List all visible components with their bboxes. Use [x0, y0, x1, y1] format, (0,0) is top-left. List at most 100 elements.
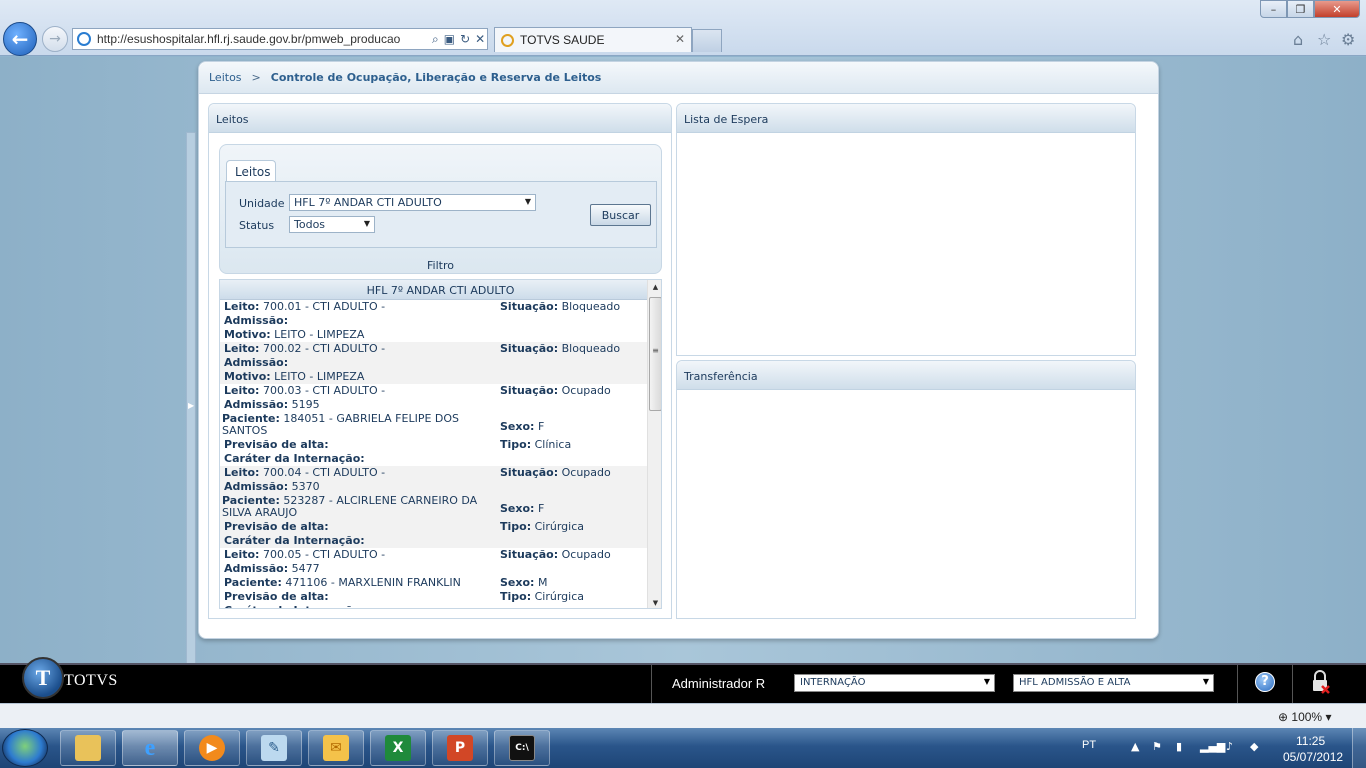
expand-arrow-icon[interactable]: ▶: [188, 401, 194, 410]
volume-icon[interactable]: ♪: [1226, 740, 1233, 753]
buscar-button[interactable]: Buscar: [590, 204, 651, 226]
main-panel: Leitos > Controle de Ocupação, Liberação…: [198, 61, 1159, 639]
motivo-label: Motivo:: [224, 370, 271, 383]
bed-list-scrollbar[interactable]: ▲ ≡ ▼: [647, 280, 661, 608]
leitos-panel-title: Leitos: [209, 104, 671, 133]
lista-espera-panel: Lista de Espera: [676, 103, 1136, 356]
sexo-value: M: [537, 576, 548, 589]
zoom-icon: ⊕: [1278, 710, 1289, 724]
minimize-button[interactable]: –: [1260, 0, 1287, 18]
bed-list: HFL 7º ANDAR CTI ADULTO Leito: 700.01 - …: [219, 279, 662, 609]
scroll-up-arrow-icon[interactable]: ▲: [648, 280, 661, 296]
list-item[interactable]: Leito: 700.04 - CTI ADULTO - Situação: Oc…: [220, 466, 647, 548]
network-signal-icon[interactable]: ▂▄▆: [1200, 740, 1225, 753]
tab-close-icon[interactable]: ✕: [675, 32, 685, 46]
unidade-select[interactable]: HFL 7º ANDAR CTI ADULTO ▼: [289, 194, 536, 211]
excel-taskbar-icon[interactable]: X: [370, 730, 426, 766]
admissao-label: Admissão:: [224, 562, 289, 575]
carater-label: Caráter da Internação:: [224, 452, 365, 465]
admissao-label: Admissão:: [224, 356, 289, 369]
ie-taskbar-icon[interactable]: e: [122, 730, 178, 766]
forward-arrow-icon[interactable]: →: [42, 26, 68, 52]
motivo-label: Motivo:: [224, 328, 271, 341]
breadcrumb-leitos[interactable]: Leitos: [209, 71, 242, 84]
tab-leitos-filter[interactable]: Leitos: [226, 160, 276, 182]
situacao-value: Bloqueado: [561, 300, 621, 313]
tipo-label: Tipo:: [500, 438, 532, 451]
usb-device-icon[interactable]: ▮: [1176, 740, 1182, 753]
list-item[interactable]: Leito: 700.05 - CTI ADULTO - Situação: Oc…: [220, 548, 647, 608]
leito-label: Leito:: [224, 384, 260, 397]
status-select[interactable]: Todos ▼: [289, 216, 375, 233]
situacao-label: Situação:: [500, 548, 559, 561]
module-select[interactable]: INTERNAÇÃO ▼: [794, 674, 995, 692]
action-center-flag-icon[interactable]: ⚑: [1152, 740, 1162, 753]
side-collapse-strip[interactable]: ▶: [186, 132, 196, 680]
folder-icon: [75, 735, 101, 761]
motivo-value: LEITO - LIMPEZA: [274, 328, 365, 341]
browser-status-bar: ⊕ 100% ▾: [0, 703, 1366, 728]
footer-divider: [1292, 665, 1293, 703]
close-window-button[interactable]: ✕: [1314, 0, 1360, 18]
filtro-toggle[interactable]: Filtro: [220, 259, 661, 272]
media-player-taskbar-icon[interactable]: ▶: [184, 730, 240, 766]
explorer-taskbar-icon[interactable]: [60, 730, 116, 766]
filter-box: Leitos Unidade HFL 7º ANDAR CTI ADULTO ▼…: [219, 144, 662, 274]
leito-value: 700.03 - CTI ADULTO -: [262, 384, 386, 397]
stop-icon[interactable]: ✕: [475, 32, 485, 46]
cmd-taskbar-icon[interactable]: C:\: [494, 730, 550, 766]
carater-label: Caráter da Internação:: [224, 534, 365, 547]
sexo-value: F: [537, 502, 545, 515]
refresh-icon[interactable]: ↻: [460, 32, 470, 46]
notes-taskbar-icon[interactable]: ✎: [246, 730, 302, 766]
leitos-panel: Leitos Leitos Unidade HFL 7º ANDAR CTI A…: [208, 103, 672, 619]
logout-lock-icon[interactable]: [1310, 670, 1330, 694]
favorites-star-icon[interactable]: ☆: [1317, 30, 1331, 49]
language-indicator[interactable]: PT: [1082, 739, 1096, 751]
scroll-down-arrow-icon[interactable]: ▼: [648, 594, 661, 608]
scroll-thumb[interactable]: ≡: [649, 297, 661, 411]
user-name: Administrador R: [672, 676, 766, 691]
gear-icon[interactable]: ⚙: [1341, 30, 1355, 49]
clock-time[interactable]: 11:25: [1296, 734, 1325, 748]
outlook-taskbar-icon[interactable]: ✉: [308, 730, 364, 766]
address-bar[interactable]: http://esushospitalar.hfl.rj.saude.gov.b…: [72, 28, 488, 50]
list-item[interactable]: Leito: 700.01 - CTI ADULTO - Situação: Bl…: [220, 300, 647, 342]
tab-title: TOTVS SAUDE: [520, 33, 605, 47]
list-item[interactable]: Leito: 700.03 - CTI ADULTO - Situação: Oc…: [220, 384, 647, 466]
admissao-label: Admissão:: [224, 398, 289, 411]
search-icon[interactable]: ⌕: [432, 32, 439, 47]
dropbox-icon[interactable]: ◆: [1250, 740, 1258, 753]
home-icon[interactable]: ⌂: [1293, 30, 1303, 49]
help-icon[interactable]: ?: [1255, 672, 1275, 692]
tray-expand-icon[interactable]: ▲: [1131, 740, 1139, 753]
list-item[interactable]: Leito: 700.02 - CTI ADULTO - Situação: Bl…: [220, 342, 647, 384]
compat-view-icon[interactable]: ▣: [444, 32, 455, 46]
internet-explorer-icon: e: [144, 734, 156, 761]
bed-list-header: HFL 7º ANDAR CTI ADULTO: [220, 280, 661, 300]
admissao-label: Admissão:: [224, 314, 289, 327]
situacao-label: Situação:: [500, 300, 559, 313]
app-footer-bar: T TOTVS Administrador R INTERNAÇÃO ▼ HFL…: [0, 657, 1366, 703]
back-arrow-icon[interactable]: ←: [3, 22, 37, 56]
unit-select[interactable]: HFL ADMISSÃO E ALTA ▼: [1013, 674, 1214, 692]
zoom-level[interactable]: ⊕ 100% ▾: [1278, 710, 1331, 724]
clock-date[interactable]: 05/07/2012: [1283, 750, 1343, 764]
tab-totvs-saude[interactable]: TOTVS SAUDE ✕: [494, 27, 692, 52]
show-desktop-button[interactable]: [1352, 728, 1366, 768]
leito-label: Leito:: [224, 466, 260, 479]
paciente-label: Paciente:: [224, 576, 282, 589]
tab-page-icon: [501, 33, 514, 47]
powerpoint-taskbar-icon[interactable]: P: [432, 730, 488, 766]
new-tab-button[interactable]: [692, 29, 722, 52]
totvs-brand: TOTVS: [64, 672, 118, 689]
tipo-value: Cirúrgica: [534, 590, 584, 603]
address-text[interactable]: http://esushospitalar.hfl.rj.saude.gov.b…: [97, 32, 427, 46]
leito-label: Leito:: [224, 548, 260, 561]
zoom-value: 100%: [1291, 710, 1323, 724]
maximize-button[interactable]: ❐: [1287, 0, 1314, 18]
breadcrumb-current: Controle de Ocupação, Liberação e Reserv…: [270, 71, 602, 84]
breadcrumb-separator: >: [251, 71, 261, 84]
windows-start-button[interactable]: [2, 729, 48, 767]
situacao-value: Ocupado: [561, 384, 611, 397]
